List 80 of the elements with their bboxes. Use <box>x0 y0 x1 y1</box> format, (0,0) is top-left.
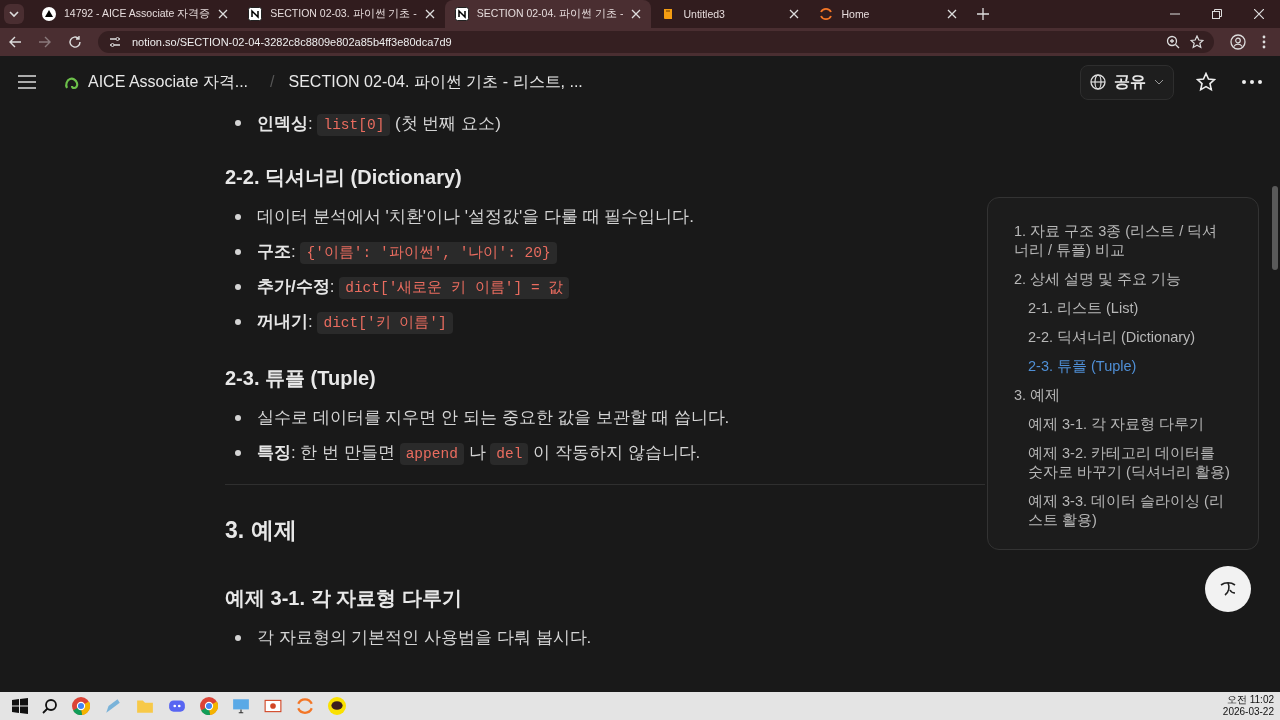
page-breadcrumb[interactable]: SECTION 02-04. 파이썬 기초 - 리스트, ... <box>288 71 583 93</box>
bullet-icon <box>235 283 241 290</box>
browser-tab[interactable]: SECTION 02-04. 파이썬 기초 - <box>444 0 652 28</box>
bullet-text: 실수로 데이터를 지우면 안 되는 중요한 값을 보관할 때 씁니다. <box>257 407 730 429</box>
bullet-text: 추가/수정: dict['새로운 키 이름'] = 값 <box>257 275 570 298</box>
close-icon[interactable] <box>631 9 642 19</box>
subheading: 2-2. 딕셔너리 (Dictionary) <box>225 165 463 190</box>
bullet-icon <box>235 248 241 255</box>
clock-date: 2026-03-22 <box>1222 706 1274 718</box>
tab-title: 14792 - AICE Associate 자격증 <box>64 7 211 21</box>
restore-icon[interactable] <box>1212 9 1222 19</box>
ring-icon <box>819 7 834 21</box>
bullet-text: 데이터 분석에서 '치환'이나 '설정값'을 다룰 때 필수입니다. <box>257 206 695 228</box>
notion-icon <box>454 7 469 21</box>
close-icon[interactable] <box>218 9 229 19</box>
bullet-icon <box>235 449 241 456</box>
close-icon[interactable] <box>1254 9 1264 19</box>
toc-item[interactable]: 예제 3-2. 카테고리 데이터를 숫자로 바꾸기 (딕셔너리 활용) <box>1014 444 1230 482</box>
globe-icon <box>1090 74 1106 90</box>
profile-icon[interactable] <box>1230 34 1246 50</box>
reload-icon[interactable] <box>68 35 82 49</box>
close-icon[interactable] <box>947 9 958 19</box>
browser-tab[interactable]: Home <box>809 0 968 28</box>
subheading: 2-3. 튜플 (Tuple) <box>225 366 377 391</box>
bullet-text: 꺼내기: dict['키 이름'] <box>257 310 453 333</box>
breadcrumb-separator: / <box>270 73 275 91</box>
heading: 3. 예제 <box>225 516 298 545</box>
back-icon[interactable] <box>8 35 22 49</box>
slides-icon[interactable] <box>264 697 282 715</box>
bullet-text: 인덱싱: list[0] (첫 번째 요소) <box>257 111 501 135</box>
menu-icon[interactable] <box>1262 35 1266 49</box>
browser-tab[interactable]: 14792 - AICE Associate 자격증 <box>32 0 239 28</box>
bullet-text: 각 자료형의 기본적인 사용법을 다뤄 봅시다. <box>257 627 592 649</box>
chat-icon[interactable] <box>168 697 186 715</box>
tab-title: Home <box>841 8 871 20</box>
close-icon[interactable] <box>789 9 800 19</box>
tab-title: SECTION 02-04. 파이썬 기초 - <box>476 7 624 21</box>
browser-icon[interactable] <box>200 697 218 715</box>
menu-icon[interactable] <box>18 75 36 89</box>
clock-time: 오전 11:02 <box>1226 694 1274 706</box>
tab-list-icon[interactable] <box>4 4 24 24</box>
chevron-down-icon <box>1154 79 1164 85</box>
star-icon[interactable] <box>1190 35 1204 49</box>
bullet-icon <box>235 213 241 220</box>
toc-item[interactable]: 2. 상세 설명 및 주요 기능 <box>1014 270 1230 289</box>
bullet-icon <box>235 318 241 325</box>
toc-item[interactable]: 2-2. 딕셔너리 (Dictionary) <box>1014 328 1230 347</box>
ai-assistant-button[interactable] <box>1205 566 1251 612</box>
windows-icon[interactable] <box>12 698 28 714</box>
zoom-icon[interactable] <box>1166 35 1180 49</box>
toc-item[interactable]: 예제 3-1. 각 자료형 다루기 <box>1014 415 1230 434</box>
browser-icon[interactable] <box>72 697 90 715</box>
more-icon[interactable] <box>1242 80 1262 84</box>
address-field[interactable]: notion.so/SECTION-02-04-3282c8c8809e802a85b4ff3e80dca7d9 <box>98 31 1214 53</box>
monitor-icon[interactable] <box>232 697 250 715</box>
bullet-text: 특징: 한 번 만들면 append 나 del 이 작동하지 않습니다. <box>257 441 701 464</box>
workspace-breadcrumb[interactable]: AICE Associate 자격... <box>88 71 249 93</box>
close-icon[interactable] <box>424 9 435 19</box>
forward-icon[interactable] <box>38 35 52 49</box>
browser-tab[interactable]: Untitled3 <box>651 0 810 28</box>
subheading: 예제 3-1. 각 자료형 다루기 <box>225 586 463 611</box>
notion-icon <box>248 7 263 21</box>
star-icon[interactable] <box>1196 72 1216 92</box>
toc-item[interactable]: 3. 예제 <box>1014 386 1230 405</box>
tab-title: Untitled3 <box>683 8 726 20</box>
toc-item[interactable]: 2-1. 리스트 (List) <box>1014 299 1230 318</box>
share-button[interactable]: 공유 <box>1080 64 1174 100</box>
browser-tab[interactable]: SECTION 02-03. 파이썬 기초 - <box>238 0 445 28</box>
bullet-icon <box>235 414 241 421</box>
new-tab-icon[interactable] <box>977 8 990 20</box>
tab-title: SECTION 02-03. 파이썬 기초 - <box>270 7 417 21</box>
bullet-icon <box>235 120 241 126</box>
bullet-text: 구조: {'이름': '파이썬', '나이': 20} <box>257 240 557 263</box>
site-settings-icon[interactable] <box>108 35 122 49</box>
toc-item[interactable]: 1. 자료 구조 3종 (리스트 / 딕셔너리 / 튜플) 비교 <box>1014 222 1230 260</box>
bullet-icon <box>235 634 241 641</box>
toc-item[interactable]: 예제 3-3. 데이터 슬라이싱 (리스트 활용) <box>1014 492 1230 530</box>
scrollbar-thumb[interactable] <box>1272 186 1278 270</box>
toc-item[interactable]: 2-3. 튜플 (Tuple) <box>1014 357 1230 376</box>
search-icon[interactable] <box>42 698 58 714</box>
